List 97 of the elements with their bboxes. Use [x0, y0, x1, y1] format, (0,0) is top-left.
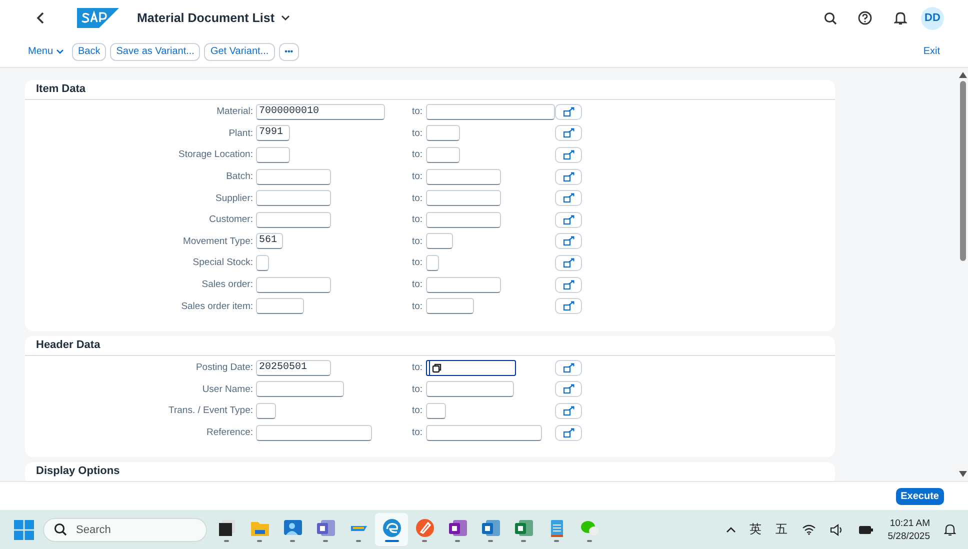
multiple-selection-button[interactable] — [555, 424, 582, 441]
input-field[interactable] — [426, 360, 516, 376]
to-label: to: — [412, 171, 424, 182]
external-link-icon — [562, 406, 574, 416]
field-label: Movement Type: — [182, 236, 254, 247]
external-link-icon — [562, 428, 574, 438]
external-link-icon — [562, 193, 574, 204]
field-label: Posting Date: — [194, 362, 254, 374]
to-label: to: — [412, 192, 424, 204]
to-label: to: — [412, 257, 424, 268]
chevron-up-icon[interactable] — [726, 526, 736, 532]
toolbar-button[interactable]: Save as Variant... — [110, 42, 200, 60]
sap-logo-icon — [77, 8, 119, 28]
field-label: Supplier: — [214, 192, 254, 204]
scroll-up-icon[interactable] — [958, 72, 966, 78]
multiple-selection-button[interactable] — [555, 104, 582, 120]
execute-button[interactable]: Execute — [896, 488, 944, 504]
chevron-down-icon — [280, 15, 290, 21]
multiple-selection-button[interactable] — [555, 212, 582, 228]
section-title: Header Data — [25, 336, 835, 356]
speaker-icon[interactable] — [830, 524, 844, 536]
to-label: to: — [412, 149, 424, 160]
field-label: User Name: — [201, 384, 254, 395]
menu-button[interactable]: Menu — [28, 46, 64, 57]
section-title: Item Data — [25, 80, 835, 100]
input-method-indicator[interactable]: 英 — [750, 521, 762, 538]
field-label: Trans. / Event Type: — [168, 405, 254, 416]
toolbar-button[interactable]: Back — [72, 42, 106, 60]
external-link-icon — [562, 362, 574, 373]
exit-button[interactable]: Exit — [923, 46, 940, 57]
input-field[interactable]: 561 — [256, 233, 283, 250]
notification-bell-icon[interactable] — [944, 523, 956, 536]
multiple-selection-button[interactable] — [555, 233, 582, 250]
multiple-selection-button[interactable] — [555, 146, 582, 163]
multiple-selection-button[interactable] — [555, 402, 582, 419]
multiple-selection-button[interactable] — [555, 276, 582, 293]
input-field[interactable]: 7991 — [256, 125, 290, 142]
start-button[interactable] — [14, 520, 34, 540]
multiple-selection-button[interactable] — [555, 254, 582, 271]
external-link-icon — [562, 280, 574, 290]
external-link-icon — [562, 106, 574, 117]
field-label: Customer: — [208, 214, 254, 226]
to-label: to: — [412, 236, 424, 247]
multiple-selection-button[interactable] — [555, 298, 582, 314]
field-label: Reference: — [206, 427, 254, 438]
clock-time[interactable]: 10:21 AM — [890, 516, 930, 530]
to-label: to: — [412, 362, 424, 374]
chevron-down-icon — [56, 49, 64, 54]
to-label: to: — [412, 384, 424, 395]
section-title: Display Options — [35, 464, 121, 480]
search-icon — [824, 12, 836, 24]
search-icon — [54, 523, 67, 536]
external-link-icon — [562, 384, 574, 394]
more-button[interactable]: ••• — [278, 42, 300, 60]
to-label: to: — [412, 128, 424, 139]
multiple-selection-button[interactable] — [555, 125, 582, 142]
bell-icon — [894, 11, 906, 25]
battery-icon[interactable] — [858, 524, 874, 535]
taskbar-search-field[interactable]: Search — [43, 518, 207, 542]
field-label: Plant: — [228, 128, 254, 139]
multiple-selection-button[interactable] — [555, 190, 582, 206]
external-link-icon — [562, 258, 574, 268]
scroll-down-icon[interactable] — [958, 471, 966, 477]
to-label: to: — [412, 405, 424, 416]
external-link-icon — [562, 150, 574, 160]
field-label: Sales order: — [200, 279, 254, 290]
multiple-selection-button[interactable] — [555, 168, 582, 185]
value-help-button[interactable] — [429, 360, 444, 375]
field-label: Sales order item: — [180, 300, 254, 312]
multiple-selection-button[interactable] — [555, 381, 582, 398]
external-link-icon — [562, 301, 574, 312]
input-method-indicator[interactable]: 五 — [776, 521, 788, 538]
multiple-selection-button[interactable] — [555, 360, 582, 376]
field-label: Storage Location: — [178, 149, 254, 160]
field-label: Special Stock: — [192, 257, 254, 268]
external-link-icon — [562, 214, 574, 225]
external-link-icon — [562, 236, 574, 246]
copy-icon — [432, 362, 442, 373]
app-title-menu[interactable]: Material Document List — [137, 11, 290, 25]
chevron-left-icon — [36, 12, 46, 24]
help-icon — [858, 11, 872, 25]
user-avatar[interactable]: DD — [921, 6, 944, 30]
toolbar-button[interactable]: Get Variant... — [204, 42, 275, 60]
field-label: Material: — [216, 106, 254, 118]
field-label: Batch: — [225, 171, 254, 182]
wifi-icon[interactable] — [802, 524, 816, 535]
to-label: to: — [412, 427, 424, 438]
external-link-icon — [562, 172, 574, 182]
to-label: to: — [412, 279, 424, 290]
taskbar-app-icon[interactable] — [375, 513, 408, 546]
input-field[interactable]: 20250501 — [256, 360, 331, 376]
to-label: to: — [412, 106, 424, 118]
clock-date[interactable]: 5/28/2025 — [888, 530, 930, 542]
input-field[interactable]: 7000000010 — [256, 104, 385, 120]
external-link-icon — [562, 128, 574, 138]
to-label: to: — [412, 300, 424, 312]
to-label: to: — [412, 214, 424, 226]
